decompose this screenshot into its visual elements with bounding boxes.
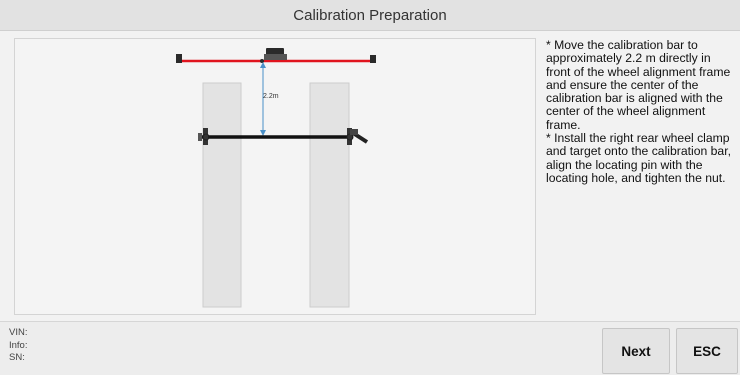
left-wheel-track	[202, 82, 242, 308]
vehicle-info: VIN: Info: SN:	[9, 327, 28, 365]
bottom-bar: VIN: Info: SN: Next ESC	[0, 321, 740, 375]
title-bar: Calibration Preparation	[0, 0, 740, 31]
esc-button[interactable]: ESC	[676, 328, 738, 374]
main-content: 2.2m * Move the calibration bar to appro…	[0, 31, 740, 321]
next-button[interactable]: Next	[602, 328, 670, 374]
diagram-svg: 2.2m	[176, 48, 376, 308]
page-title: Calibration Preparation	[293, 6, 447, 24]
instruction-step-2: * Install the right rear wheel clamp and…	[546, 131, 731, 185]
wheel-alignment-frame	[176, 48, 376, 63]
right-wheel-track	[309, 82, 350, 308]
vin-label: VIN:	[9, 327, 28, 338]
instructions-panel: * Move the calibration bar to approximat…	[546, 38, 736, 185]
calibration-diagram: 2.2m	[14, 38, 536, 315]
sn-label: SN:	[9, 352, 25, 363]
instruction-step-1: * Move the calibration bar to approximat…	[546, 38, 731, 132]
info-label: Info:	[9, 339, 28, 351]
distance-label: 2.2m	[263, 93, 279, 100]
